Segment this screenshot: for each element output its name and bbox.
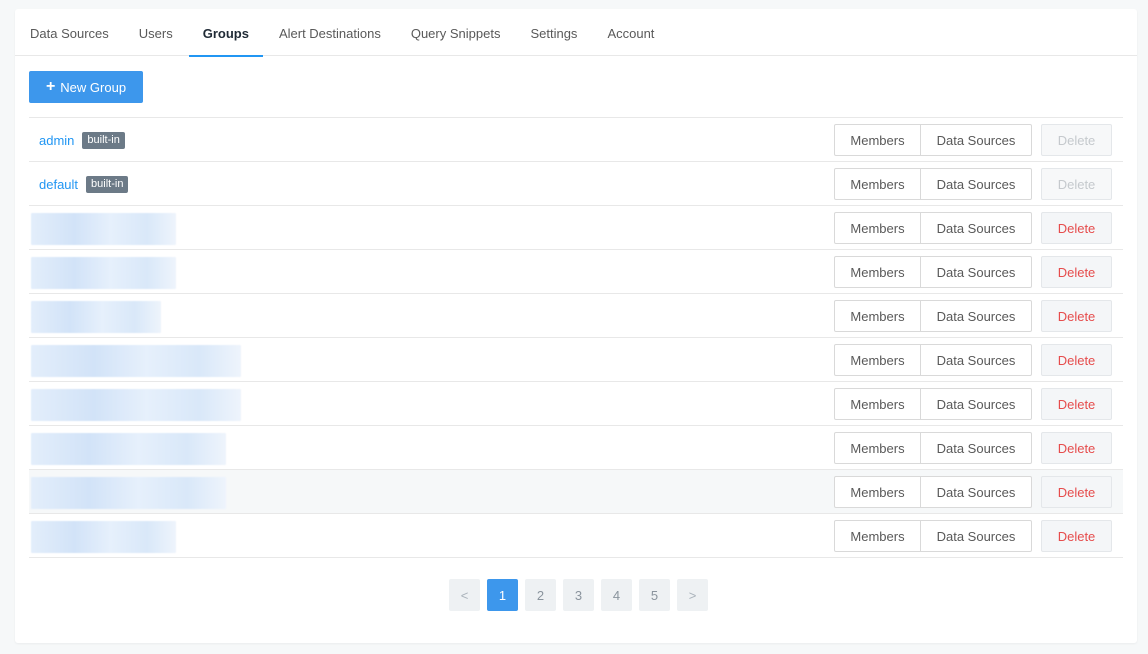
delete-button[interactable]: Delete [1041, 124, 1112, 156]
tab-groups[interactable]: Groups [188, 9, 264, 57]
group-actions: Members Data Sources [834, 256, 1032, 288]
group-name-cell: admin built-in [39, 118, 125, 162]
group-row: Members Data Sources Delete [29, 294, 1123, 338]
pagination-page[interactable]: 1 [487, 579, 518, 611]
delete-button[interactable]: Delete [1041, 388, 1112, 420]
data-sources-button[interactable]: Data Sources [921, 432, 1032, 464]
data-sources-button[interactable]: Data Sources [921, 212, 1032, 244]
tab-alert-destinations[interactable]: Alert Destinations [279, 9, 381, 56]
members-button[interactable]: Members [834, 300, 921, 332]
built-in-badge: built-in [82, 131, 125, 149]
delete-button[interactable]: Delete [1041, 300, 1112, 332]
tab-users[interactable]: Users [139, 9, 173, 56]
members-button[interactable]: Members [834, 168, 921, 200]
members-button[interactable]: Members [834, 212, 921, 244]
group-name-link[interactable]: admin [39, 133, 74, 148]
data-sources-button[interactable]: Data Sources [921, 520, 1032, 552]
delete-button[interactable]: Delete [1041, 476, 1112, 508]
built-in-badge: built-in [86, 175, 129, 193]
group-actions: Members Data Sources [834, 476, 1032, 508]
delete-button[interactable]: Delete [1041, 432, 1112, 464]
group-name-cell: default built-in [39, 162, 129, 206]
group-actions: Members Data Sources [834, 388, 1032, 420]
delete-button[interactable]: Delete [1041, 520, 1112, 552]
delete-button[interactable]: Delete [1041, 256, 1112, 288]
pagination: <1 2 3 4 5 > [449, 579, 708, 611]
redacted-group-name[interactable] [31, 301, 161, 333]
group-actions: Members Data Sources [834, 168, 1032, 200]
data-sources-button[interactable]: Data Sources [921, 300, 1032, 332]
tab-account[interactable]: Account [607, 9, 654, 56]
group-row: Members Data Sources Delete [29, 338, 1123, 382]
redacted-group-name[interactable] [31, 345, 241, 377]
data-sources-button[interactable]: Data Sources [921, 388, 1032, 420]
plus-icon: + [45, 78, 56, 95]
group-actions: Members Data Sources [834, 124, 1032, 156]
group-row: admin built-in Members Data Sources Delete [29, 118, 1123, 162]
data-sources-button[interactable]: Data Sources [921, 476, 1032, 508]
members-button[interactable]: Members [834, 124, 921, 156]
redacted-group-name[interactable] [31, 477, 226, 509]
group-row: Members Data Sources Delete [29, 426, 1123, 470]
data-sources-button[interactable]: Data Sources [921, 344, 1032, 376]
members-button[interactable]: Members [834, 520, 921, 552]
group-row: Members Data Sources Delete [29, 514, 1123, 558]
pagination-prev-icon[interactable]: < [449, 579, 480, 611]
group-row: default built-in Members Data Sources Delete [29, 162, 1123, 206]
group-name-link[interactable]: default [39, 177, 78, 192]
pagination-page[interactable]: 5 [639, 579, 670, 611]
new-group-label: New Group [60, 79, 127, 95]
tab-query-snippets[interactable]: Query Snippets [411, 9, 501, 56]
members-button[interactable]: Members [834, 388, 921, 420]
new-group-button[interactable]: + New Group [29, 71, 143, 103]
group-actions: Members Data Sources [834, 520, 1032, 552]
group-row: Members Data Sources Delete [29, 382, 1123, 426]
settings-tabs: Data Sources Users Groups Alert Destinat… [15, 9, 1137, 57]
redacted-group-name[interactable] [31, 433, 226, 465]
pagination-page[interactable]: 4 [601, 579, 632, 611]
members-button[interactable]: Members [834, 432, 921, 464]
groups-page-card: Data Sources Users Groups Alert Destinat… [15, 9, 1137, 643]
data-sources-button[interactable]: Data Sources [921, 168, 1032, 200]
tab-data-sources[interactable]: Data Sources [30, 9, 109, 56]
pagination-next-icon[interactable]: > [677, 579, 708, 611]
group-actions: Members Data Sources [834, 344, 1032, 376]
tab-settings[interactable]: Settings [530, 9, 577, 56]
group-actions: Members Data Sources [834, 212, 1032, 244]
redacted-group-name[interactable] [31, 521, 176, 553]
members-button[interactable]: Members [834, 256, 921, 288]
members-button[interactable]: Members [834, 344, 921, 376]
delete-button[interactable]: Delete [1041, 344, 1112, 376]
delete-button[interactable]: Delete [1041, 168, 1112, 200]
members-button[interactable]: Members [834, 476, 921, 508]
group-list: admin built-in Members Data Sources Delete de… [29, 117, 1123, 558]
redacted-group-name[interactable] [31, 213, 176, 245]
data-sources-button[interactable]: Data Sources [921, 256, 1032, 288]
pagination-page[interactable]: 3 [563, 579, 594, 611]
group-actions: Members Data Sources [834, 300, 1032, 332]
group-row: Members Data Sources Delete [29, 206, 1123, 250]
group-row: Members Data Sources Delete [29, 470, 1123, 514]
group-actions: Members Data Sources [834, 432, 1032, 464]
redacted-group-name[interactable] [31, 257, 176, 289]
data-sources-button[interactable]: Data Sources [921, 124, 1032, 156]
group-row: Members Data Sources Delete [29, 250, 1123, 294]
redacted-group-name[interactable] [31, 389, 241, 421]
pagination-page[interactable]: 2 [525, 579, 556, 611]
delete-button[interactable]: Delete [1041, 212, 1112, 244]
